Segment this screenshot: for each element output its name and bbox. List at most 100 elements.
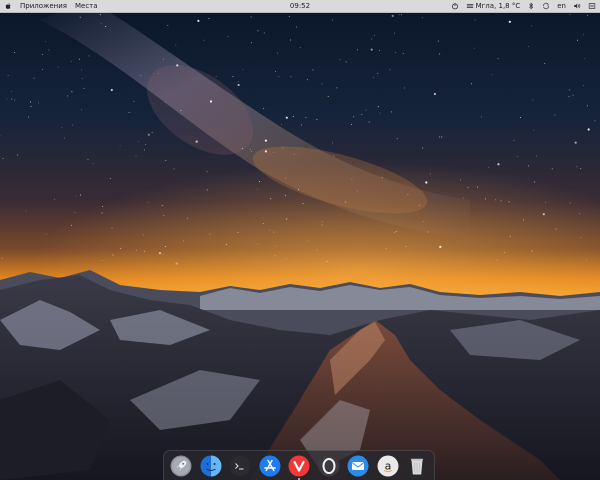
star <box>14 52 16 54</box>
dock-app-finder[interactable] <box>200 455 222 477</box>
star <box>361 113 363 115</box>
menu-places[interactable]: Места <box>75 2 98 10</box>
star <box>544 62 546 64</box>
opera-icon <box>318 455 339 476</box>
star <box>586 14 588 16</box>
star <box>61 126 63 128</box>
star <box>209 100 213 103</box>
star <box>290 76 292 78</box>
star <box>583 34 584 36</box>
star <box>273 151 275 153</box>
star <box>427 231 429 233</box>
star <box>83 87 85 89</box>
star <box>286 218 288 220</box>
star <box>523 219 524 221</box>
notifications-icon[interactable] <box>588 2 596 10</box>
dock: a <box>163 450 435 480</box>
star <box>162 253 164 255</box>
star <box>81 109 83 111</box>
star <box>101 259 103 261</box>
star <box>377 72 379 74</box>
weather-widget[interactable]: Мгла, 1,8 °C <box>466 2 520 10</box>
star <box>531 250 533 252</box>
system-tray: Мгла, 1,8 °C en <box>451 2 596 10</box>
star <box>439 136 440 138</box>
dock-app-app-store[interactable] <box>259 455 281 477</box>
star <box>379 112 381 114</box>
star <box>67 95 69 97</box>
keyboard-layout[interactable]: en <box>557 2 566 10</box>
star <box>57 66 59 68</box>
star <box>508 201 510 203</box>
star <box>262 223 264 225</box>
star <box>554 114 556 116</box>
power-icon[interactable] <box>451 2 459 10</box>
star <box>305 116 307 118</box>
star <box>389 69 391 71</box>
star <box>17 154 19 156</box>
star <box>471 83 472 85</box>
star <box>226 244 228 246</box>
star <box>281 123 282 125</box>
star <box>333 155 335 157</box>
dock-app-vivaldi[interactable] <box>288 455 310 480</box>
star <box>45 233 47 235</box>
star <box>371 38 373 40</box>
star <box>277 52 279 54</box>
star <box>30 105 32 107</box>
star <box>513 139 515 141</box>
dock-app-mail[interactable] <box>347 455 369 477</box>
dock-app-trash[interactable] <box>406 455 428 477</box>
star <box>497 58 499 60</box>
star <box>79 194 81 196</box>
star <box>356 49 358 51</box>
star <box>142 234 144 236</box>
star <box>332 142 333 144</box>
star <box>215 76 217 78</box>
star <box>238 81 240 83</box>
star <box>292 116 294 117</box>
star <box>584 57 586 59</box>
star <box>396 138 398 140</box>
star <box>299 46 301 48</box>
star <box>11 90 13 92</box>
star <box>87 158 89 160</box>
star <box>256 188 258 190</box>
star <box>241 148 243 149</box>
star <box>175 262 178 265</box>
dock-app-launchpad[interactable] <box>170 455 192 477</box>
sync-icon[interactable] <box>542 2 550 10</box>
star <box>395 230 397 232</box>
star <box>568 95 570 97</box>
star <box>11 98 13 100</box>
star <box>41 53 43 55</box>
star <box>407 194 409 196</box>
clock[interactable]: 09:52 <box>290 2 310 10</box>
star <box>128 111 130 113</box>
star <box>70 61 72 62</box>
dock-app-terminal[interactable] <box>229 455 251 477</box>
dock-app-amazon[interactable]: a <box>377 455 399 477</box>
star <box>278 76 280 78</box>
bluetooth-icon[interactable] <box>527 2 535 10</box>
star <box>497 163 500 166</box>
star <box>209 233 211 235</box>
star <box>257 30 259 32</box>
dock-app-opera[interactable] <box>318 455 340 477</box>
star <box>580 236 582 238</box>
menu-applications[interactable]: Приложения <box>20 2 67 10</box>
volume-icon[interactable] <box>573 2 581 10</box>
star <box>197 19 200 22</box>
star <box>71 91 73 93</box>
star <box>273 231 275 233</box>
star <box>195 140 198 143</box>
star <box>332 19 334 21</box>
star <box>110 88 113 92</box>
star <box>533 129 535 131</box>
star <box>391 14 394 17</box>
star <box>422 147 424 149</box>
star <box>78 58 80 60</box>
apple-logo-icon[interactable] <box>4 2 12 10</box>
star <box>365 109 367 111</box>
star <box>38 102 39 104</box>
